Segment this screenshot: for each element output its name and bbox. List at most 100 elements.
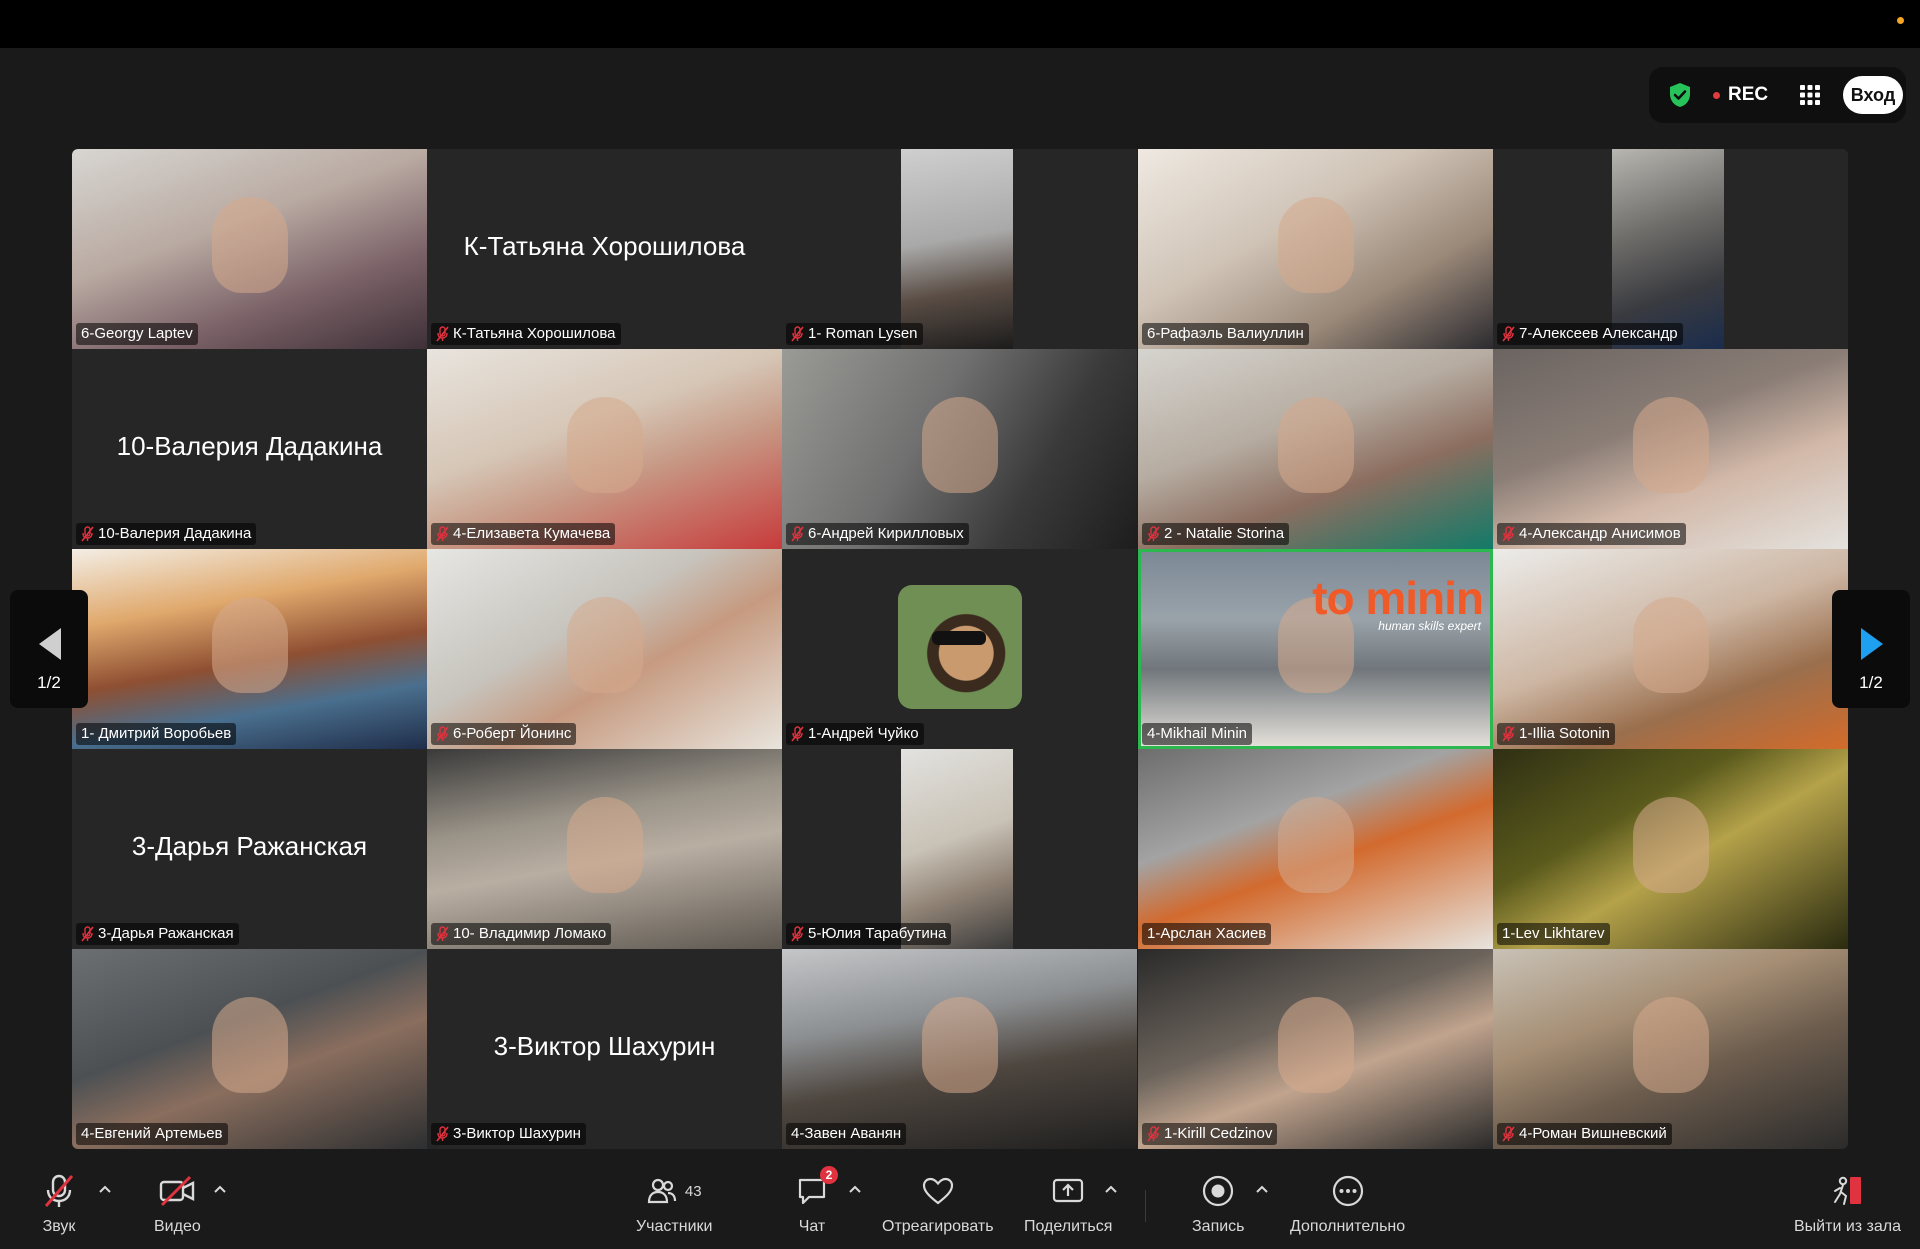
participant-tile[interactable]: 1- Roman Lysen xyxy=(782,149,1137,349)
participant-video xyxy=(1278,797,1354,893)
share-options-chevron-up-icon[interactable] xyxy=(1103,1182,1119,1198)
recording-indicator[interactable]: REC xyxy=(1713,84,1768,106)
participant-tile[interactable]: 4-Елизавета Кумачева xyxy=(427,349,782,549)
participant-tile[interactable]: 6-Рафаэль Валиуллин xyxy=(1138,149,1493,349)
grid-view-icon[interactable] xyxy=(1798,83,1822,107)
security-shield-icon[interactable] xyxy=(1666,81,1694,109)
share-label: Поделиться xyxy=(1024,1218,1113,1235)
participant-tile[interactable]: 2 - Natalie Storina xyxy=(1138,349,1493,549)
chat-button[interactable]: 2 Чат xyxy=(796,1166,838,1236)
video-options-chevron-up-icon[interactable] xyxy=(212,1182,228,1198)
participant-name-label: 1- Roman Lysen xyxy=(786,323,923,345)
participants-button[interactable]: 43 Участники xyxy=(636,1172,712,1236)
participant-display-name: 10-Валерия Дадакина xyxy=(116,431,383,461)
participant-tile[interactable]: to minin human skills expert 4-Mikhail Min… xyxy=(1138,549,1493,749)
participant-tile[interactable]: 1- Дмитрий Воробьев xyxy=(72,549,427,749)
video-button[interactable]: Видео xyxy=(154,1172,201,1236)
participant-tile[interactable]: 4-Евгений Артемьев xyxy=(72,949,427,1149)
microphone-muted-icon xyxy=(436,1126,449,1142)
leave-label: Выйти из зала xyxy=(1794,1218,1902,1235)
participant-tile[interactable]: 3-Виктор Шахурин 3-Виктор Шахурин xyxy=(427,949,782,1149)
microphone-muted-icon xyxy=(1147,526,1160,542)
video-grid: 6-Georgy Laptev К-Татьяна Хорошилова К-Тат… xyxy=(72,149,1848,1149)
participant-name-label: 4-Елизавета Кумачева xyxy=(431,523,616,545)
participant-name: 10-Валерия Дадакина xyxy=(98,525,252,542)
arrow-left-icon xyxy=(39,628,61,660)
participant-display-name: К-Татьяна Хорошилова xyxy=(463,231,746,261)
participant-video xyxy=(1612,149,1724,349)
participant-tile[interactable]: 6-Georgy Laptev xyxy=(72,149,427,349)
participant-tile[interactable]: 6-Роберт Йонинс xyxy=(427,549,782,749)
participant-name-label: 1- Дмитрий Воробьев xyxy=(76,723,237,745)
participant-video xyxy=(212,997,288,1093)
participant-name-label: 4-Завен Аванян xyxy=(786,1123,907,1145)
participants-label: Участники xyxy=(636,1218,713,1235)
chat-options-chevron-up-icon[interactable] xyxy=(847,1182,863,1198)
participant-name-label: 6-Андрей Кирилловых xyxy=(786,523,969,545)
participant-name: 5-Юлия Тарабутина xyxy=(808,925,947,942)
microphone-muted-icon xyxy=(791,726,804,742)
video-label: Видео xyxy=(154,1218,201,1235)
participant-tile[interactable]: 4-Роман Вишневский xyxy=(1493,949,1848,1149)
participant-name: 4-Евгений Артемьев xyxy=(81,1125,223,1142)
microphone-muted-icon xyxy=(791,526,804,542)
participant-tile[interactable]: 3-Дарья Ражанская 3-Дарья Ражанская xyxy=(72,749,427,949)
record-button[interactable]: Запись xyxy=(1192,1172,1245,1236)
participant-avatar xyxy=(898,585,1022,709)
virtual-background-logo: to minin xyxy=(1312,572,1484,624)
participant-name-label: 6-Рафаэль Валиуллин xyxy=(1142,323,1309,345)
react-button[interactable]: Отреагировать xyxy=(882,1172,994,1236)
more-button[interactable]: Дополнительно xyxy=(1290,1172,1405,1236)
participant-name: 4-Mikhail Minin xyxy=(1147,725,1248,742)
enter-button[interactable]: Вход xyxy=(1843,76,1903,114)
participant-video xyxy=(901,149,1013,349)
participant-tile[interactable]: 4-Завен Аванян xyxy=(782,949,1137,1149)
toolbar-divider xyxy=(1145,1190,1146,1222)
participant-video xyxy=(922,997,998,1093)
participant-video xyxy=(212,597,288,693)
participant-tile[interactable]: 7-Алексеев Александр xyxy=(1493,149,1848,349)
participant-name: 7-Алексеев Александр xyxy=(1519,325,1678,342)
next-page-button[interactable]: 1/2 xyxy=(1832,590,1910,708)
participant-name: 10- Владимир Ломако xyxy=(453,925,607,942)
record-label: Запись xyxy=(1192,1218,1245,1235)
participant-tile[interactable]: К-Татьяна Хорошилова К-Татьяна Хорошилова xyxy=(427,149,782,349)
participant-name-label: 1-Kirill Cedzinov xyxy=(1142,1123,1278,1145)
participant-tile[interactable]: 1-Kirill Cedzinov xyxy=(1138,949,1493,1149)
page-counter-left: 1/2 xyxy=(37,673,61,692)
participant-video xyxy=(901,749,1013,949)
participant-tile[interactable]: 1-Illia Sotonin xyxy=(1493,549,1848,749)
record-icon xyxy=(1203,1175,1234,1207)
participant-tile[interactable]: 10- Владимир Ломако xyxy=(427,749,782,949)
participant-video xyxy=(1278,197,1354,293)
microphone-muted-icon xyxy=(436,526,449,542)
participant-display-name: 3-Дарья Ражанская xyxy=(131,831,368,861)
participant-name-label: 6-Georgy Laptev xyxy=(76,323,198,345)
participant-tile[interactable]: 1-Андрей Чуйко xyxy=(782,549,1137,749)
record-options-chevron-up-icon[interactable] xyxy=(1254,1182,1270,1198)
participant-name: 1-Андрей Чуйко xyxy=(808,725,919,742)
previous-page-button[interactable]: 1/2 xyxy=(10,590,88,708)
participant-name-label: 4-Александр Анисимов xyxy=(1497,523,1686,545)
participant-tile[interactable]: 1-Lev Likhtarev xyxy=(1493,749,1848,949)
participant-tile[interactable]: 4-Александр Анисимов xyxy=(1493,349,1848,549)
recording-dot xyxy=(1713,91,1720,99)
audio-button[interactable]: Звук xyxy=(42,1172,76,1236)
participant-name-label: 4-Mikhail Minin xyxy=(1142,723,1253,745)
share-screen-button[interactable]: Поделиться xyxy=(1024,1172,1112,1236)
recording-label: REC xyxy=(1728,84,1769,105)
audio-options-chevron-up-icon[interactable] xyxy=(97,1182,113,1198)
title-bar xyxy=(0,0,1920,48)
share-screen-icon xyxy=(1053,1178,1084,1203)
participant-tile[interactable]: 5-Юлия Тарабутина xyxy=(782,749,1137,949)
participant-name: 1-Арслан Хасиев xyxy=(1147,925,1267,942)
participant-video xyxy=(1278,397,1354,493)
participant-tile[interactable]: 1-Арслан Хасиев xyxy=(1138,749,1493,949)
participant-tile[interactable]: 6-Андрей Кирилловых xyxy=(782,349,1137,549)
microphone-muted-icon xyxy=(436,926,449,942)
camera-off-icon xyxy=(160,1175,195,1207)
leave-meeting-button[interactable]: Выйти из зала xyxy=(1794,1172,1901,1236)
participant-display-name: 3-Виктор Шахурин xyxy=(493,1031,716,1061)
participant-tile[interactable]: 10-Валерия Дадакина 10-Валерия Дадакина xyxy=(72,349,427,549)
microphone-muted-icon xyxy=(1502,326,1515,342)
